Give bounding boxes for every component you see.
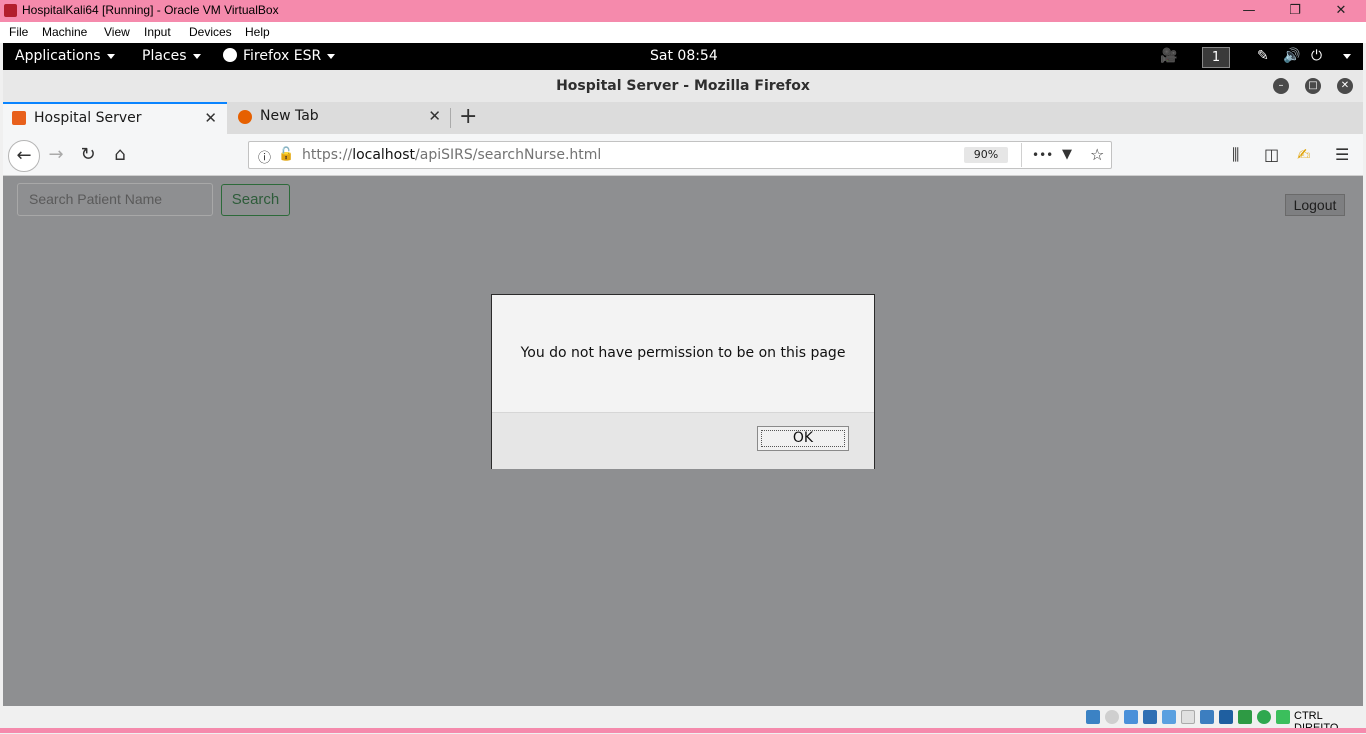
gnome-top-bar: Applications Places Firefox ESR Sat 08:5… [3,43,1363,70]
firefox-icon [238,110,252,124]
vbox-window-title: HospitalKali64 [Running] - Oracle VM Vir… [22,3,279,17]
network-icon[interactable] [1143,710,1157,724]
applications-menu[interactable]: Applications [15,48,115,64]
usb-icon[interactable] [1162,710,1176,724]
vbox-title-bar: HospitalKali64 [Running] - Oracle VM Vir… [0,0,1366,22]
cpu-icon[interactable] [1238,710,1252,724]
tab-hospital-server[interactable]: Hospital Server ✕ [3,102,227,134]
ok-button[interactable]: OK [757,426,849,451]
chevron-down-icon [1343,53,1351,59]
sidebar-icon[interactable]: ◫ [1264,145,1279,164]
logout-button[interactable]: Logout [1285,194,1345,216]
url-host: localhost [352,147,416,163]
volume-icon[interactable]: 🔊 [1283,48,1300,64]
firefox-maximize-icon[interactable]: □ [1305,78,1321,94]
audio-icon[interactable] [1124,710,1138,724]
tab-new-tab[interactable]: New Tab ✕ [229,102,451,134]
forward-button[interactable]: → [42,141,70,169]
minimize-button[interactable]: — [1226,0,1272,22]
reload-button[interactable]: ↻ [74,141,102,169]
search-button[interactable]: Search [221,184,290,216]
clock[interactable]: Sat 08:54 [650,48,718,64]
close-tab-icon[interactable]: ✕ [428,107,441,125]
workspace-indicator[interactable]: 1 [1202,47,1230,68]
firefox-icon [223,48,237,62]
url-scheme: https:// [302,147,353,163]
places-label: Places [142,48,187,64]
video-camera-icon[interactable]: 🎥 [1160,48,1177,64]
hamburger-menu-icon[interactable]: ☰ [1335,145,1349,164]
chevron-down-icon [192,53,201,59]
search-patient-input[interactable]: Search Patient Name [17,183,213,216]
firefox-title-bar: Hospital Server - Mozilla Firefox – □ ✕ [3,70,1363,102]
menu-help[interactable]: Help [245,25,270,39]
system-menu-caret[interactable] [1337,48,1351,64]
pen-icon[interactable]: ✎ [1257,48,1269,64]
info-icon[interactable]: ⓘ [258,147,271,166]
firefox-window-title: Hospital Server - Mozilla Firefox [556,78,810,94]
chevron-down-icon [327,53,336,59]
keyboard-capture-icon[interactable] [1276,710,1290,724]
applications-label: Applications [15,48,101,64]
shared-folders-icon[interactable] [1181,710,1195,724]
close-window-button[interactable]: ✕ [1318,0,1364,22]
alert-footer: OK [492,412,874,469]
tab-label: New Tab [260,108,319,124]
urlbar-separator [1021,143,1022,167]
new-tab-button[interactable]: + [459,104,477,129]
menu-devices[interactable]: Devices [189,25,232,39]
library-icon[interactable]: ⫼ [1232,145,1239,165]
insecure-lock-icon[interactable]: 🔓 [278,147,294,162]
alert-dialog: You do not have permission to be on this… [491,294,875,469]
zoom-level-badge[interactable]: 90% [964,147,1008,163]
tab-label: Hospital Server [34,110,142,126]
taskbar-strip [0,728,1366,733]
mouse-integration-icon[interactable] [1257,710,1271,724]
firefox-minimize-icon[interactable]: – [1273,78,1289,94]
virtualbox-icon [4,4,17,17]
firefox-close-icon[interactable]: ✕ [1337,78,1353,94]
hard-disk-icon[interactable] [1086,710,1100,724]
url-path: /apiSIRS/searchNurse.html [415,147,602,163]
power-icon[interactable]: ⏻ [1311,48,1322,64]
firefox-app-menu[interactable]: Firefox ESR [223,48,336,64]
vbox-menu-bar: File Machine View Input Devices Help [0,22,1366,43]
back-button[interactable]: ← [8,140,40,172]
menu-view[interactable]: View [104,25,130,39]
tab-strip: Hospital Server ✕ New Tab ✕ + [3,102,1363,134]
display-icon[interactable] [1200,710,1214,724]
bookmark-star-icon[interactable]: ☆ [1090,145,1104,164]
vbox-status-bar [0,706,1366,728]
menu-input[interactable]: Input [144,25,171,39]
places-menu[interactable]: Places [142,48,201,64]
firefox-app-label: Firefox ESR [243,48,322,64]
extension-icon[interactable]: ✍ [1297,145,1310,164]
optical-drive-icon[interactable] [1105,710,1119,724]
chevron-down-icon [106,53,115,59]
home-button[interactable]: ⌂ [106,141,134,169]
restore-button[interactable]: ❐ [1272,0,1318,22]
tab-separator [450,108,451,128]
xampp-icon [12,111,26,125]
page-actions-icon[interactable]: ••• [1032,148,1053,162]
video-capture-icon[interactable] [1219,710,1233,724]
menu-machine[interactable]: Machine [42,25,87,39]
close-tab-icon[interactable]: ✕ [204,109,217,127]
menu-file[interactable]: File [9,25,28,39]
url-text[interactable]: https://localhost/apiSIRS/searchNurse.ht… [302,147,601,163]
pocket-icon[interactable]: ▼ [1062,147,1072,162]
alert-message: You do not have permission to be on this… [520,345,846,361]
